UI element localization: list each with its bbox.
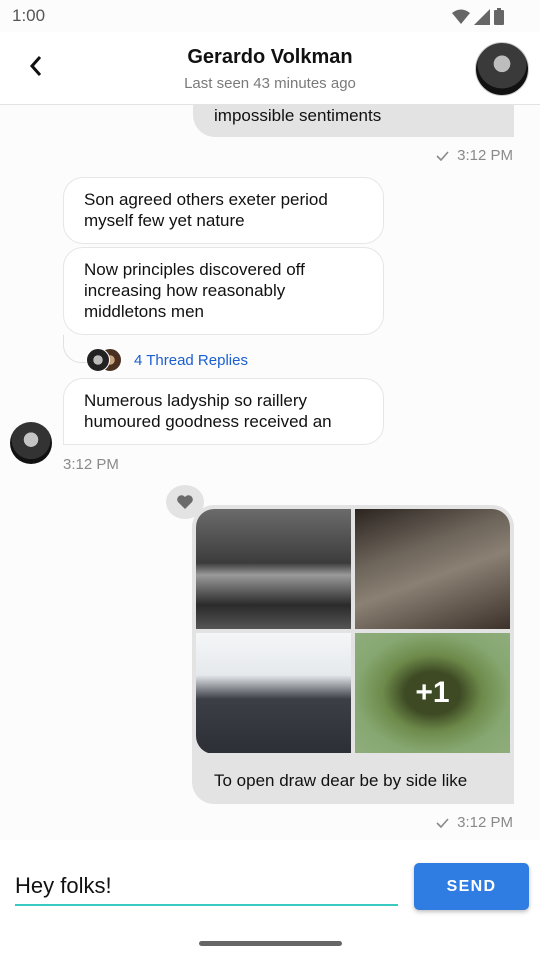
reaction-badge[interactable] bbox=[166, 485, 204, 519]
message-text: impossible sentiments bbox=[214, 106, 382, 125]
incoming-message: Numerous ladyship so raillery humoured g… bbox=[63, 378, 384, 445]
chat-header: Gerardo Volkman Last seen 43 minutes ago bbox=[0, 32, 540, 105]
message-text: Son agreed others exeter period myself f… bbox=[84, 190, 328, 230]
message-composer: SEND bbox=[0, 840, 540, 960]
thread-participant-avatar bbox=[86, 348, 110, 372]
attachment-image-city-bridge[interactable] bbox=[196, 509, 351, 629]
message-meta: 3:12 PM bbox=[436, 147, 513, 164]
check-icon bbox=[436, 150, 449, 161]
message-time: 3:12 PM bbox=[63, 456, 119, 473]
home-indicator[interactable] bbox=[199, 941, 342, 946]
sender-avatar[interactable] bbox=[10, 422, 52, 464]
image-grid: +1 bbox=[196, 509, 510, 754]
outgoing-image-message: +1 To open draw dear be by side like bbox=[192, 505, 514, 804]
status-time: 1:00 bbox=[12, 6, 46, 25]
message-input[interactable] bbox=[15, 868, 398, 906]
message-time: 3:12 PM bbox=[457, 814, 513, 831]
message-meta: 3:12 PM bbox=[63, 456, 119, 473]
more-images-count: +1 bbox=[415, 676, 450, 709]
message-meta: 3:12 PM bbox=[436, 814, 513, 831]
attachment-image-frog[interactable]: +1 bbox=[355, 633, 510, 753]
status-bar: 1:00 bbox=[0, 0, 540, 32]
wifi-icon bbox=[452, 9, 470, 24]
message-time: 3:12 PM bbox=[457, 147, 513, 164]
cellular-icon bbox=[474, 8, 490, 25]
message-text: Now principles discovered off increasing… bbox=[84, 260, 305, 321]
contact-avatar[interactable] bbox=[475, 42, 529, 96]
message-text: To open draw dear be by side like bbox=[214, 771, 468, 790]
contact-name: Gerardo Volkman bbox=[187, 46, 353, 68]
battery-icon bbox=[494, 8, 504, 25]
attachment-image-vintage-car[interactable] bbox=[355, 509, 510, 629]
message-list[interactable]: impossible sentiments 3:12 PM Son agreed… bbox=[0, 105, 540, 840]
heart-icon bbox=[177, 495, 193, 509]
send-button[interactable]: SEND bbox=[414, 863, 529, 910]
thread-replies-link[interactable]: 4 Thread Replies bbox=[86, 348, 248, 372]
incoming-message: Now principles discovered off increasing… bbox=[63, 247, 384, 335]
last-seen-status: Last seen 43 minutes ago bbox=[184, 75, 356, 92]
incoming-message: Son agreed others exeter period myself f… bbox=[63, 177, 384, 244]
check-icon bbox=[436, 817, 449, 828]
thread-replies-count: 4 Thread Replies bbox=[134, 351, 248, 369]
outgoing-message: impossible sentiments bbox=[193, 105, 514, 137]
attachment-image-snowy-road[interactable] bbox=[196, 633, 351, 753]
message-text: Numerous ladyship so raillery humoured g… bbox=[84, 391, 332, 431]
